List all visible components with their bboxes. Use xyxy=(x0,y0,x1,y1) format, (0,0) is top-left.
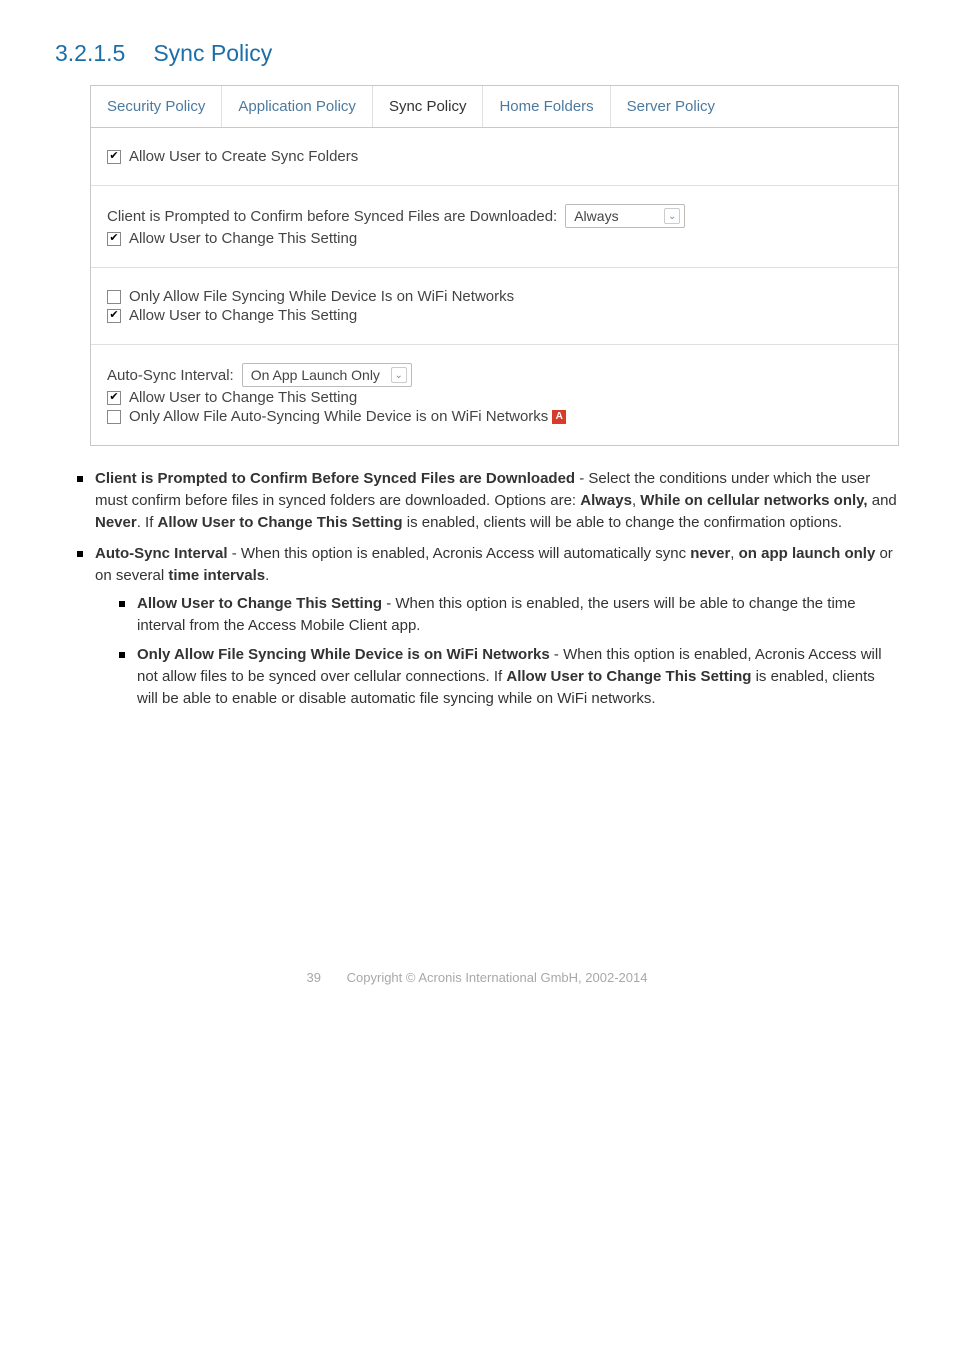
section-confirm-download: Client is Prompted to Confirm before Syn… xyxy=(91,186,898,268)
description-list: Client is Prompted to Confirm Before Syn… xyxy=(55,468,899,710)
acronis-badge-icon: A xyxy=(552,410,566,424)
tab-security-policy[interactable]: Security Policy xyxy=(91,86,222,127)
text-bold: Allow User to Change This Setting xyxy=(137,595,382,612)
checkbox-allow-create-sync-folders[interactable] xyxy=(107,150,121,164)
sub-bullet-list: Allow User to Change This Setting - When… xyxy=(95,593,899,710)
tabs-row: Security Policy Application Policy Sync … xyxy=(91,86,898,128)
checkbox-only-wifi-autosync[interactable] xyxy=(107,410,121,424)
select-auto-sync-interval[interactable]: On App Launch Only ⌄ xyxy=(242,363,412,387)
text-bold: Allow User to Change This Setting xyxy=(158,514,403,531)
bullet-confirm-download: Client is Prompted to Confirm Before Syn… xyxy=(73,468,899,533)
checkbox-allow-change-confirm[interactable] xyxy=(107,232,121,246)
section-title: Sync Policy xyxy=(153,40,272,66)
label-auto-sync-interval: Auto-Sync Interval: xyxy=(107,367,234,384)
section-auto-sync: Auto-Sync Interval: On App Launch Only ⌄… xyxy=(91,345,898,445)
tab-sync-policy[interactable]: Sync Policy xyxy=(373,86,484,127)
tab-home-folders[interactable]: Home Folders xyxy=(483,86,610,127)
label-allow-create-sync-folders: Allow User to Create Sync Folders xyxy=(129,148,358,165)
select-auto-sync-value: On App Launch Only xyxy=(251,367,380,383)
text: and xyxy=(868,492,897,509)
sub-bullet-wifi-only: Only Allow File Syncing While Device is … xyxy=(115,644,899,709)
text: . If xyxy=(137,514,158,531)
text-bold: Client is Prompted to Confirm Before Syn… xyxy=(95,470,575,487)
page-number: 39 xyxy=(307,970,321,985)
checkbox-only-wifi-sync[interactable] xyxy=(107,290,121,304)
chevron-down-icon: ⌄ xyxy=(391,367,407,383)
text-bold: Allow User to Change This Setting xyxy=(506,668,751,685)
tab-server-policy[interactable]: Server Policy xyxy=(611,86,731,127)
label-allow-change-confirm: Allow User to Change This Setting xyxy=(129,230,357,247)
section-wifi-only: Only Allow File Syncing While Device Is … xyxy=(91,268,898,345)
copyright-text: Copyright © Acronis International GmbH, … xyxy=(347,970,648,985)
text-bold: Never xyxy=(95,514,137,531)
section-number: 3.2.1.5 xyxy=(55,40,125,66)
chevron-down-icon: ⌄ xyxy=(664,208,680,224)
select-confirm-value: Always xyxy=(574,208,618,224)
text-bold: Auto-Sync Interval xyxy=(95,545,228,562)
text: . xyxy=(265,567,269,584)
tab-application-policy[interactable]: Application Policy xyxy=(222,86,373,127)
section-heading: 3.2.1.5 Sync Policy xyxy=(55,40,899,67)
settings-panel: Security Policy Application Policy Sync … xyxy=(90,85,899,446)
bullet-auto-sync: Auto-Sync Interval - When this option is… xyxy=(73,543,899,709)
text: is enabled, clients will be able to chan… xyxy=(403,514,842,531)
text-bold: time intervals xyxy=(168,567,265,584)
label-allow-change-autosync: Allow User to Change This Setting xyxy=(129,389,357,406)
text-bold: While on cellular networks only, xyxy=(640,492,867,509)
text-bold: Only Allow File Syncing While Device is … xyxy=(137,646,550,663)
select-confirm-condition[interactable]: Always ⌄ xyxy=(565,204,685,228)
text-bold: never xyxy=(690,545,730,562)
section-allow-create: Allow User to Create Sync Folders xyxy=(91,128,898,186)
label-allow-change-wifi: Allow User to Change This Setting xyxy=(129,307,357,324)
label-confirm-before-download: Client is Prompted to Confirm before Syn… xyxy=(107,208,557,225)
text: , xyxy=(730,545,738,562)
label-only-wifi-sync: Only Allow File Syncing While Device Is … xyxy=(129,288,514,305)
page-footer: 39 Copyright © Acronis International Gmb… xyxy=(55,970,899,985)
text-bold: Always xyxy=(580,492,632,509)
label-only-wifi-autosync: Only Allow File Auto-Syncing While Devic… xyxy=(129,408,548,425)
sub-bullet-allow-change: Allow User to Change This Setting - When… xyxy=(115,593,899,637)
checkbox-allow-change-autosync[interactable] xyxy=(107,391,121,405)
text: - When this option is enabled, Acronis A… xyxy=(228,545,691,562)
text-bold: on app launch only xyxy=(739,545,876,562)
checkbox-allow-change-wifi[interactable] xyxy=(107,309,121,323)
